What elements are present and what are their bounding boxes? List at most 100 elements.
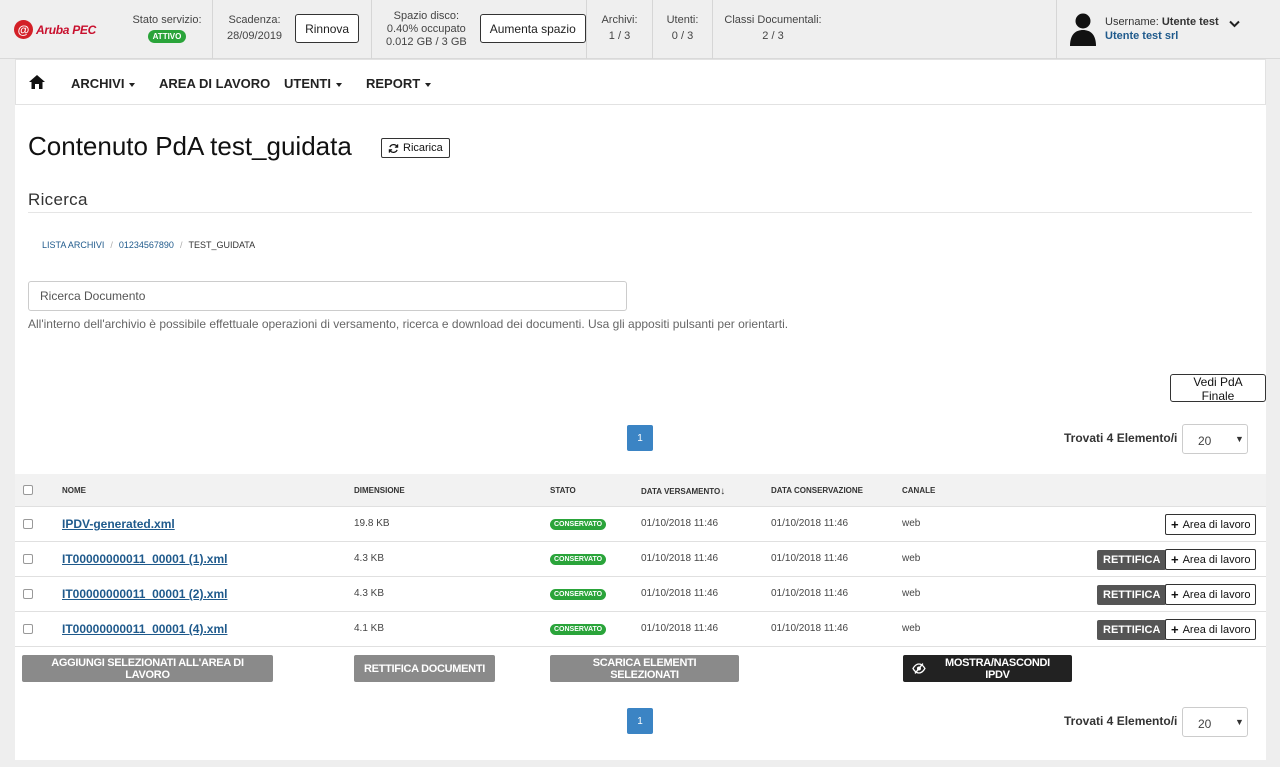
classes-label: Classi Documentali: bbox=[724, 14, 822, 26]
nav-area-di-lavoro[interactable]: AREA DI LAVORO bbox=[159, 76, 270, 91]
rettifica-button[interactable]: RETTIFICA bbox=[1097, 585, 1167, 605]
date-versamento: 01/10/2018 11:46 bbox=[641, 518, 719, 529]
disk-amount: 0.012 GB / 3 GB bbox=[386, 36, 467, 48]
select-all-checkbox[interactable] bbox=[23, 485, 33, 495]
archives-count: Archivi: 1 / 3 bbox=[587, 0, 653, 59]
document-link[interactable]: IT00000000011_00001 (1).xml bbox=[62, 552, 227, 566]
service-status-badge: ATTIVO bbox=[147, 30, 187, 43]
date-conservazione: 01/10/2018 11:46 bbox=[771, 518, 849, 529]
document-size: 19.8 KB bbox=[354, 518, 390, 529]
users-value: 0 / 3 bbox=[671, 30, 694, 42]
search-section-title: Ricerca bbox=[28, 190, 88, 209]
expiry-section: Scadenza: 28/09/2019 Rinnova bbox=[213, 0, 372, 59]
add-to-workspace-button[interactable]: + Area di lavoro bbox=[1165, 549, 1257, 570]
sort-desc-icon: ↓ bbox=[720, 486, 726, 497]
date-conservazione: 01/10/2018 11:46 bbox=[771, 588, 849, 599]
chevron-down-icon[interactable] bbox=[1229, 20, 1240, 28]
rettifica-button[interactable]: RETTIFICA bbox=[1097, 550, 1167, 570]
brand-logo-icon: @ bbox=[14, 20, 33, 39]
renew-button[interactable]: Rinnova bbox=[295, 14, 360, 43]
nav-report-label: REPORT bbox=[366, 76, 421, 91]
add-selected-to-workspace-button[interactable]: AGGIUNGI SELEZIONATI ALL'AREA DI LAVORO bbox=[22, 655, 273, 682]
breadcrumb-archive-list[interactable]: LISTA ARCHIVI bbox=[42, 240, 104, 250]
row-checkbox[interactable] bbox=[23, 624, 33, 634]
reload-button[interactable]: Ricarica bbox=[381, 138, 450, 158]
select-arrow-icon: ▼ bbox=[1235, 717, 1244, 727]
col-state[interactable]: STATO bbox=[550, 486, 576, 495]
plus-icon: + bbox=[1171, 552, 1179, 567]
page-size-select-bottom[interactable]: 20 ▼ bbox=[1182, 707, 1248, 737]
nav-report[interactable]: REPORT bbox=[366, 76, 432, 91]
users-count: Utenti: 0 / 3 bbox=[653, 0, 713, 59]
service-status-label: Stato servizio: bbox=[132, 14, 202, 26]
status-badge: CONSERVATO bbox=[550, 589, 607, 600]
table-row: IT00000000011_00001 (2).xml 4.3 KB CONSE… bbox=[15, 577, 1266, 612]
eye-slash-icon bbox=[912, 663, 926, 674]
col-channel[interactable]: CANALE bbox=[902, 486, 935, 495]
service-status: Stato servizio: ATTIVO bbox=[122, 0, 213, 59]
page-size-select[interactable]: 20 ▼ bbox=[1182, 424, 1248, 454]
brand-name: Aruba PEC bbox=[36, 22, 96, 37]
nav-utenti[interactable]: UTENTI bbox=[284, 76, 342, 91]
toggle-ipdv-button[interactable]: MOSTRA/NASCONDI IPDV bbox=[903, 655, 1072, 682]
rettifica-documents-button[interactable]: RETTIFICA DOCUMENTI bbox=[354, 655, 495, 682]
col-date-conservazione[interactable]: DATA CONSERVAZIONE bbox=[771, 486, 863, 495]
document-size: 4.3 KB bbox=[354, 588, 385, 599]
status-badge: CONSERVATO bbox=[550, 519, 607, 530]
increase-space-button[interactable]: Aumenta spazio bbox=[479, 14, 586, 43]
date-versamento: 01/10/2018 11:46 bbox=[641, 623, 719, 634]
main-panel: Contenuto PdA test_guidata Ricarica Rice… bbox=[15, 105, 1266, 760]
disk-section: Spazio disco: 0.40% occupato 0.012 GB / … bbox=[372, 0, 587, 59]
breadcrumb: LISTA ARCHIVI/01234567890/TEST_GUIDATA bbox=[42, 240, 256, 250]
user-menu[interactable]: Username: Utente test Utente test srl bbox=[1056, 0, 1280, 59]
nav-archivi-label: ARCHIVI bbox=[71, 76, 125, 91]
add-to-workspace-button[interactable]: + Area di lavoro bbox=[1165, 619, 1257, 640]
select-arrow-icon: ▼ bbox=[1235, 434, 1244, 444]
document-link[interactable]: IT00000000011_00001 (2).xml bbox=[62, 587, 227, 601]
document-link[interactable]: IPDV-generated.xml bbox=[62, 517, 175, 531]
table-header: NOME DIMENSIONE STATO DATA VERSAMENTO↓ D… bbox=[15, 474, 1266, 507]
date-versamento: 01/10/2018 11:46 bbox=[641, 553, 719, 564]
download-selected-button[interactable]: SCARICA ELEMENTI SELEZIONATI bbox=[550, 655, 739, 682]
view-final-pda-button[interactable]: Vedi PdA Finale bbox=[1170, 374, 1266, 403]
add-to-workspace-label: Area di lavoro bbox=[1182, 588, 1251, 601]
channel: web bbox=[902, 623, 921, 634]
caret-down-icon bbox=[425, 82, 432, 87]
plus-icon: + bbox=[1171, 587, 1179, 602]
document-search-input[interactable] bbox=[28, 281, 627, 311]
table-row: IT00000000011_00001 (4).xml 4.1 KB CONSE… bbox=[15, 612, 1266, 647]
expiry-label: Scadenza: bbox=[228, 14, 281, 26]
nav-archivi[interactable]: ARCHIVI bbox=[71, 76, 136, 91]
rettifica-button[interactable]: RETTIFICA bbox=[1097, 620, 1167, 640]
row-checkbox[interactable] bbox=[23, 519, 33, 529]
add-to-workspace-button[interactable]: + Area di lavoro bbox=[1165, 584, 1257, 605]
expiry-date: 28/09/2019 bbox=[227, 30, 283, 42]
document-link[interactable]: IT00000000011_00001 (4).xml bbox=[62, 622, 227, 636]
table-row: IT00000000011_00001 (1).xml 4.3 KB CONSE… bbox=[15, 542, 1266, 577]
plus-icon: + bbox=[1171, 517, 1179, 532]
row-checkbox[interactable] bbox=[23, 589, 33, 599]
page-size-value: 20 bbox=[1198, 717, 1212, 731]
date-versamento: 01/10/2018 11:46 bbox=[641, 588, 719, 599]
col-date-versamento-label: DATA VERSAMENTO bbox=[641, 487, 721, 496]
users-label: Utenti: bbox=[666, 14, 699, 26]
table-row: IPDV-generated.xml 19.8 KB CONSERVATO 01… bbox=[15, 507, 1266, 542]
caret-down-icon bbox=[129, 82, 136, 87]
col-date-versamento[interactable]: DATA VERSAMENTO↓ bbox=[641, 486, 725, 497]
breadcrumb-archive[interactable]: 01234567890 bbox=[119, 240, 174, 250]
disk-label: Spazio disco: bbox=[393, 10, 460, 22]
row-checkbox[interactable] bbox=[23, 554, 33, 564]
brand-logo[interactable]: @ Aruba PEC bbox=[0, 0, 122, 59]
breadcrumb-current: TEST_GUIDATA bbox=[188, 240, 256, 250]
col-name[interactable]: NOME bbox=[62, 486, 86, 495]
home-icon[interactable] bbox=[29, 75, 45, 89]
channel: web bbox=[902, 588, 921, 599]
date-conservazione: 01/10/2018 11:46 bbox=[771, 553, 849, 564]
username: Username: Utente test bbox=[1105, 16, 1219, 28]
username-value: Utente test bbox=[1161, 16, 1219, 28]
col-size[interactable]: DIMENSIONE bbox=[354, 486, 405, 495]
plus-icon: + bbox=[1171, 622, 1179, 637]
add-to-workspace-button[interactable]: + Area di lavoro bbox=[1165, 514, 1257, 535]
pagination-page-1-bottom[interactable]: 1 bbox=[627, 708, 653, 734]
pagination-page-1[interactable]: 1 bbox=[627, 425, 653, 451]
